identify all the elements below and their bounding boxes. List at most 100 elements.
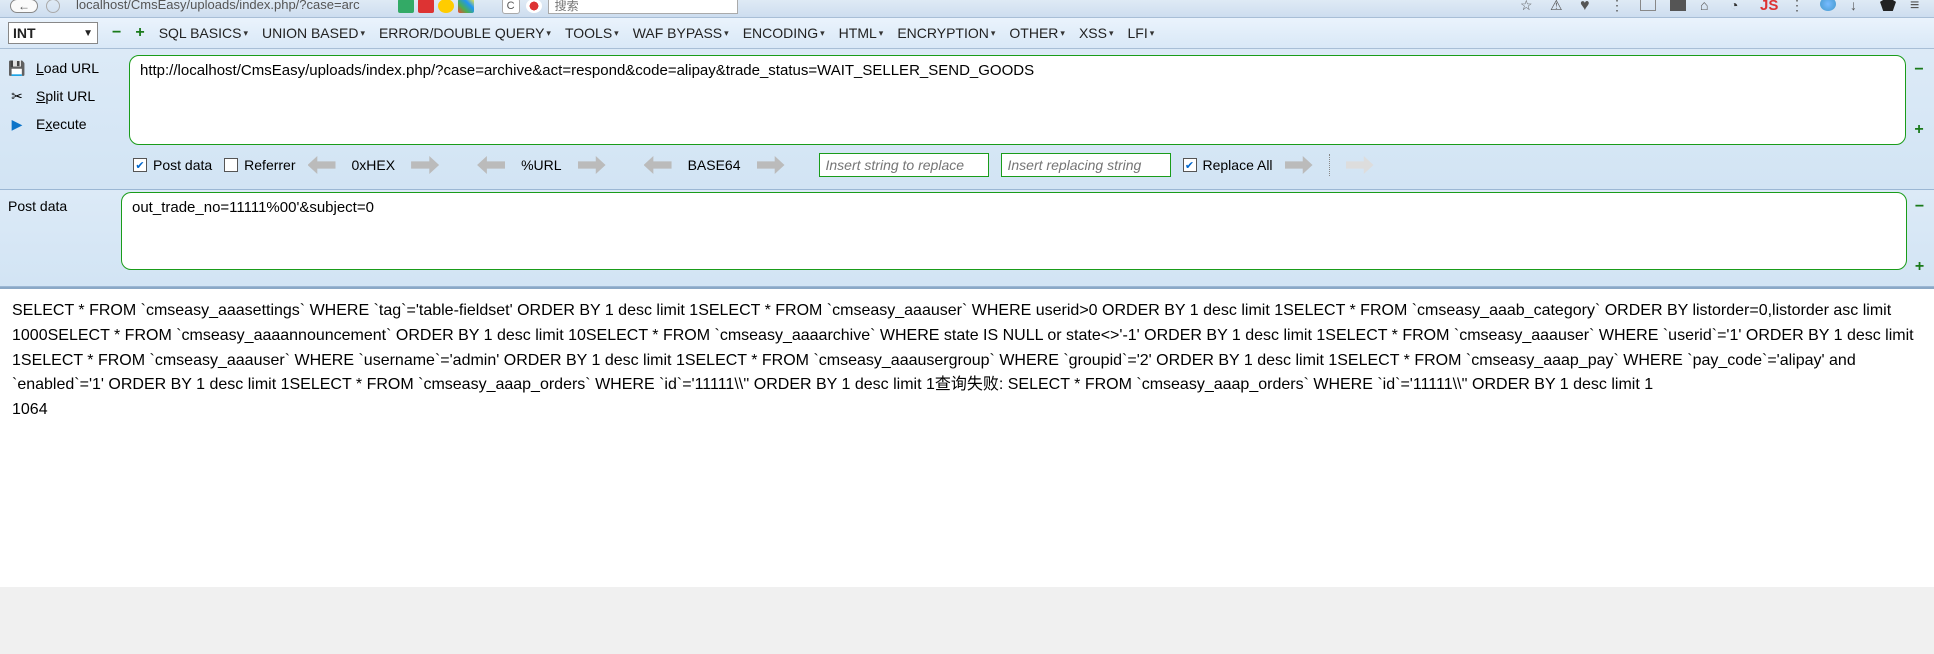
execute-label: Execute — [36, 116, 87, 132]
checkbox-icon — [224, 158, 238, 172]
response-output[interactable]: SELECT * FROM `cmseasy_aaasettings` WHER… — [0, 287, 1934, 587]
menu-label: TOOLS — [565, 25, 612, 41]
menu-html[interactable]: HTML▾ — [839, 25, 884, 41]
noscript-icon[interactable]: JS — [1760, 0, 1776, 11]
menu-icon[interactable]: ≡ — [1910, 0, 1926, 11]
oxhex-decode-button[interactable] — [308, 156, 336, 174]
post-add-button[interactable]: + — [1915, 258, 1924, 276]
pocket-icon[interactable] — [1670, 0, 1686, 11]
back-icon[interactable]: ← — [10, 0, 38, 13]
menu-label: XSS — [1079, 25, 1107, 41]
load-url-button[interactable]: 💾 Load URL — [8, 59, 123, 77]
post-data-checkbox[interactable]: ✔ Post data — [133, 157, 212, 173]
menu-other[interactable]: OTHER▾ — [1009, 25, 1065, 41]
shield-icon[interactable] — [1880, 0, 1896, 11]
star-icon[interactable]: ☆ — [1520, 0, 1536, 11]
chevron-down-icon: ▾ — [360, 28, 365, 39]
browser-chrome-hint: ← localhost/CmsEasy/uploads/index.php/?c… — [0, 0, 1934, 18]
int-select[interactable]: INT ▼ — [8, 22, 98, 44]
sql-dump-text: SELECT * FROM `cmseasy_aaasettings` WHER… — [12, 302, 1914, 393]
play-icon: ▶ — [8, 115, 26, 133]
post-remove-button[interactable]: − — [1915, 198, 1924, 216]
menu-waf-bypass[interactable]: WAF BYPASS▾ — [633, 25, 729, 41]
menu-label: ENCODING — [743, 25, 818, 41]
referrer-checkbox[interactable]: Referrer — [224, 157, 295, 173]
replace-find-input[interactable] — [819, 153, 989, 177]
chevron-down-icon: ▾ — [820, 28, 825, 39]
error-code: 1064 — [12, 401, 48, 418]
increment-button[interactable]: + — [135, 24, 144, 42]
home-icon[interactable]: ⌂ — [1700, 0, 1716, 11]
chevron-down-icon: ▾ — [879, 28, 884, 39]
browser-search-input[interactable] — [548, 0, 738, 14]
panel-icon[interactable] — [1640, 0, 1656, 11]
menu-label: HTML — [839, 25, 877, 41]
menu-lfi[interactable]: LFI▾ — [1127, 25, 1154, 41]
globe-icon[interactable] — [1820, 0, 1836, 11]
url-input[interactable] — [129, 55, 1906, 145]
execute-button[interactable]: ▶ Execute — [8, 115, 123, 133]
chevron-down-icon: ▾ — [546, 28, 551, 39]
post-side-buttons: − + — [1913, 192, 1926, 276]
urlenc-encode-button[interactable] — [578, 156, 606, 174]
chevron-down-icon: ▾ — [1060, 28, 1065, 39]
post-data-area: Post data − + — [0, 190, 1934, 287]
menu-label: SQL BASICS — [159, 25, 242, 41]
chevron-down-icon: ▾ — [991, 28, 996, 39]
menu-xss[interactable]: XSS▾ — [1079, 25, 1114, 41]
sync-icon[interactable]: ◔ — [1730, 0, 1746, 11]
url-bar-fragment[interactable]: localhost/CmsEasy/uploads/index.php/?cas… — [76, 0, 360, 12]
menu-error-double[interactable]: ERROR/DOUBLE QUERY▾ — [379, 25, 551, 41]
base64-encode-button[interactable] — [757, 156, 785, 174]
menu-encoding[interactable]: ENCODING▾ — [743, 25, 825, 41]
replace-next-button[interactable] — [1346, 156, 1374, 174]
checkbox-checked-icon: ✔ — [133, 158, 147, 172]
ext-icon[interactable] — [438, 0, 454, 13]
base64-label: BASE64 — [688, 157, 741, 173]
chevron-down-icon: ▾ — [1150, 28, 1155, 39]
menu-label: OTHER — [1009, 25, 1058, 41]
alert-icon[interactable]: ⚠ — [1550, 0, 1566, 11]
bookmark-icons — [398, 0, 474, 13]
center-column: ✔ Post data Referrer 0xHEX %URL BASE64 ✔ — [129, 55, 1906, 179]
replace-all-label: Replace All — [1203, 157, 1273, 173]
reload-icon[interactable]: C — [502, 0, 520, 14]
menu-label: ENCRYPTION — [897, 25, 989, 41]
hackbar-work-area: 💾 Load URL ✂ Split URL ▶ Execute ✔ Post … — [0, 49, 1934, 190]
urlenc-label: %URL — [521, 157, 561, 173]
replace-all-checkbox[interactable]: ✔ Replace All — [1183, 157, 1273, 173]
replace-with-input[interactable] — [1001, 153, 1171, 177]
search-engine-icon[interactable] — [526, 0, 542, 13]
split-url-button[interactable]: ✂ Split URL — [8, 87, 123, 105]
oxhex-encode-button[interactable] — [411, 156, 439, 174]
menu-tools[interactable]: TOOLS▾ — [565, 25, 619, 41]
checkbox-checked-icon: ✔ — [1183, 158, 1197, 172]
menu-encryption[interactable]: ENCRYPTION▾ — [897, 25, 995, 41]
ext-icon[interactable] — [418, 0, 434, 13]
ext-icon[interactable] — [458, 0, 474, 13]
menu-sql-basics[interactable]: SQL BASICS▾ — [159, 25, 248, 41]
caret-down-icon: ▼ — [83, 28, 93, 39]
decrement-button[interactable]: − — [112, 24, 121, 42]
disk-icon: 💾 — [8, 59, 26, 77]
menu-union-based[interactable]: UNION BASED▾ — [262, 25, 365, 41]
heart-icon[interactable]: ♥ — [1580, 0, 1596, 11]
url-remove-button[interactable]: − — [1914, 61, 1923, 79]
url-add-button[interactable]: + — [1914, 121, 1923, 139]
load-url-label: Load URL — [36, 60, 99, 76]
post-data-input[interactable] — [121, 192, 1907, 270]
menu-label: WAF BYPASS — [633, 25, 722, 41]
separator-icon: ⋮ — [1610, 0, 1626, 11]
browser-right-icons: ☆ ⚠ ♥ ⋮ ⌂ ◔ JS ⋮ ↓ ≡ — [1520, 0, 1926, 11]
menu-label: LFI — [1127, 25, 1147, 41]
chevron-down-icon: ▾ — [243, 28, 248, 39]
chevron-down-icon: ▾ — [614, 28, 619, 39]
ext-icon[interactable] — [398, 0, 414, 13]
urlenc-decode-button[interactable] — [477, 156, 505, 174]
options-row: ✔ Post data Referrer 0xHEX %URL BASE64 ✔ — [129, 151, 1906, 179]
chevron-down-icon: ▾ — [1109, 28, 1114, 39]
base64-decode-button[interactable] — [644, 156, 672, 174]
int-label: INT — [13, 25, 36, 41]
replace-forward-button[interactable] — [1285, 156, 1313, 174]
download-icon[interactable]: ↓ — [1850, 0, 1866, 11]
